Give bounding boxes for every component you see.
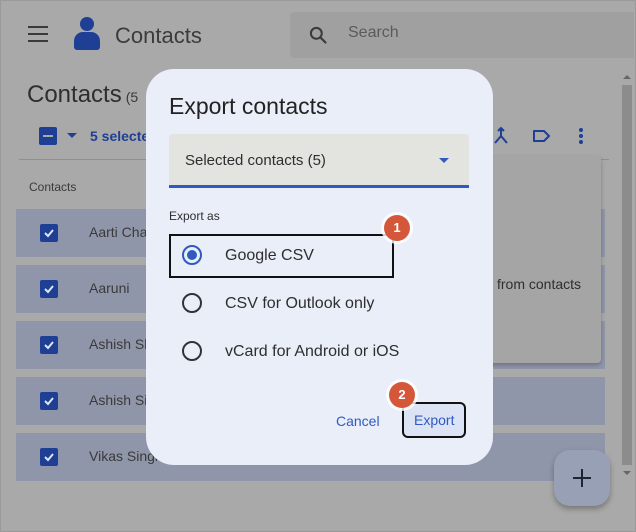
option-google-csv[interactable]: Google CSV bbox=[169, 234, 394, 278]
option-csv-outlook[interactable]: CSV for Outlook only bbox=[171, 284, 391, 324]
check-icon bbox=[44, 453, 54, 462]
search-bar[interactable] bbox=[290, 12, 634, 58]
check-icon bbox=[44, 397, 54, 406]
app-title: Contacts bbox=[115, 23, 202, 48]
page-title-text: Contacts bbox=[27, 81, 122, 108]
dropdown-caret-icon bbox=[439, 158, 449, 163]
dialog-title: Export contacts bbox=[169, 93, 328, 119]
menu-item-hide-from-contacts[interactable]: from contacts bbox=[497, 276, 581, 292]
contact-name: Ashish Si bbox=[89, 392, 148, 408]
option-label: vCard for Android or iOS bbox=[225, 343, 400, 360]
select-all-checkbox[interactable] bbox=[39, 127, 57, 145]
contact-name: Ashish Sl bbox=[89, 336, 148, 352]
row-checkbox[interactable] bbox=[40, 280, 58, 298]
radio-unselected[interactable] bbox=[182, 341, 202, 361]
scrollbar[interactable] bbox=[618, 67, 635, 485]
selection-count-label: 5 selecte bbox=[90, 128, 150, 144]
column-header-contacts: Contacts bbox=[29, 180, 77, 194]
step-badge-1: 1 bbox=[384, 215, 410, 241]
create-contact-fab[interactable] bbox=[554, 450, 610, 506]
step-badge-2: 2 bbox=[389, 382, 415, 408]
export-button[interactable]: Export bbox=[402, 402, 467, 438]
scroll-up-arrow-icon[interactable] bbox=[623, 75, 631, 79]
contact-name: Aaruni bbox=[89, 280, 130, 296]
row-checkbox[interactable] bbox=[40, 336, 58, 354]
contact-count: (5 bbox=[125, 89, 139, 105]
check-icon bbox=[44, 341, 54, 350]
select-value: Selected contacts (5) bbox=[185, 152, 326, 169]
check-icon bbox=[44, 285, 54, 294]
option-label: Google CSV bbox=[225, 247, 314, 264]
more-vert-icon[interactable] bbox=[571, 125, 591, 147]
row-checkbox[interactable] bbox=[40, 224, 58, 242]
selection-dropdown-caret-icon[interactable] bbox=[67, 133, 77, 138]
radio-selected[interactable] bbox=[182, 245, 202, 265]
option-vcard[interactable]: vCard for Android or iOS bbox=[171, 332, 399, 372]
scroll-down-arrow-icon[interactable] bbox=[623, 471, 631, 475]
search-icon[interactable] bbox=[308, 25, 328, 45]
option-label: CSV for Outlook only bbox=[225, 295, 375, 312]
search-input[interactable] bbox=[348, 24, 608, 42]
menu-icon[interactable] bbox=[28, 26, 48, 42]
cancel-button[interactable]: Cancel bbox=[336, 413, 380, 429]
contact-name: Aarti Cha bbox=[89, 224, 148, 240]
page-title: Contacts (5 bbox=[27, 81, 138, 109]
top-app-bar: Contacts bbox=[1, 1, 635, 67]
export-contacts-dialog: Export contacts Selected contacts (5) Ex… bbox=[146, 69, 493, 465]
export-as-label: Export as bbox=[169, 209, 220, 223]
radio-unselected[interactable] bbox=[182, 293, 202, 313]
contacts-scope-select[interactable]: Selected contacts (5) bbox=[169, 134, 469, 188]
row-checkbox[interactable] bbox=[40, 448, 58, 466]
contact-name: Vikas Singl bbox=[89, 448, 159, 464]
merge-icon[interactable] bbox=[491, 125, 511, 147]
check-icon bbox=[44, 229, 54, 238]
app-window: Contacts Contacts(5 5 selecte Contacts A… bbox=[0, 0, 636, 532]
row-checkbox[interactable] bbox=[40, 392, 58, 410]
scroll-thumb[interactable] bbox=[622, 85, 632, 465]
contacts-logo-icon bbox=[72, 17, 102, 51]
label-icon[interactable] bbox=[531, 125, 551, 147]
